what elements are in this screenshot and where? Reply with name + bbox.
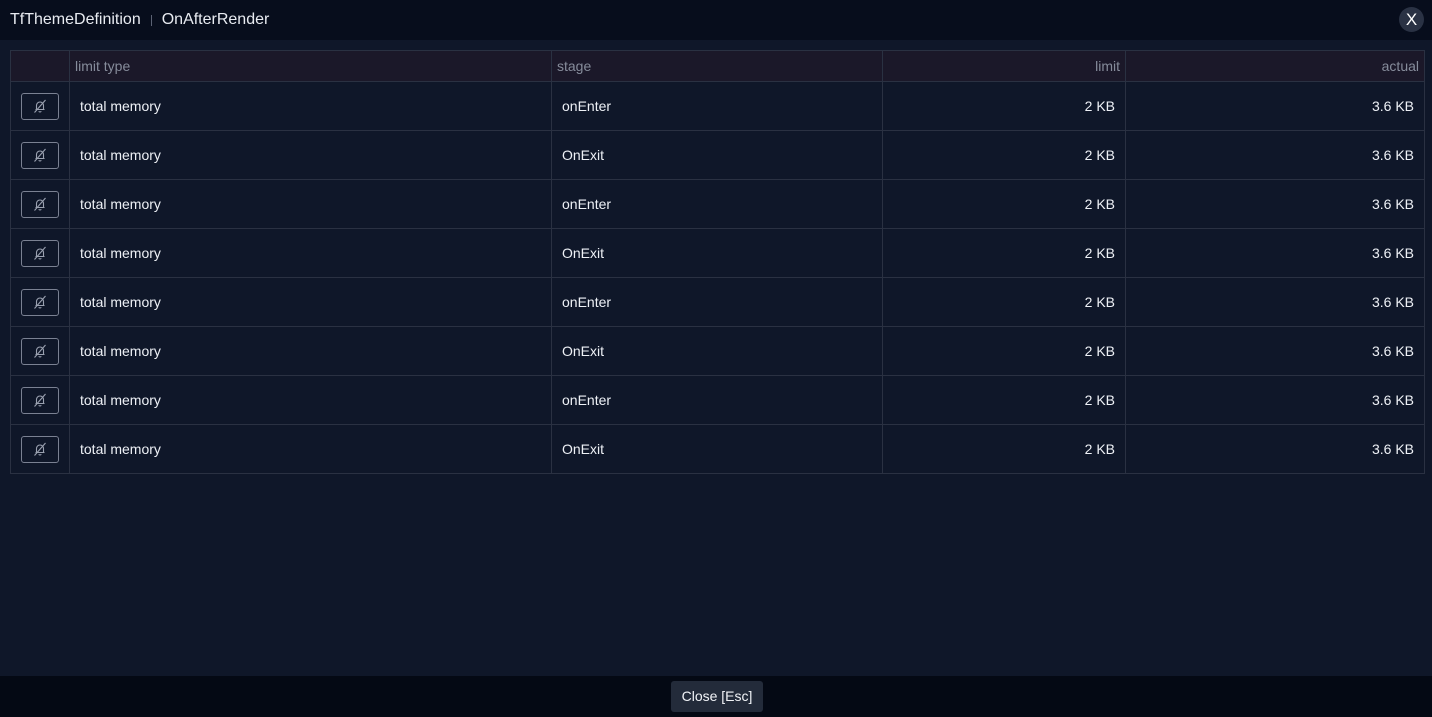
- limits-dialog: TfThemeDefinition OnAfterRender X limit …: [0, 0, 1432, 717]
- actual-cell: 3.6 KB: [1125, 375, 1425, 425]
- mute-button[interactable]: [21, 92, 59, 120]
- table-row: total memory OnExit 2 KB 3.6 KB: [10, 228, 1425, 278]
- action-cell: [10, 228, 70, 278]
- limit-type-cell: total memory: [69, 81, 552, 131]
- bell-off-icon: [34, 246, 46, 260]
- limit-type-cell: total memory: [69, 375, 552, 425]
- table-row: total memory OnExit 2 KB 3.6 KB: [10, 424, 1425, 474]
- actual-cell: 3.6 KB: [1125, 179, 1425, 229]
- dialog-footer: Close [Esc]: [0, 676, 1432, 717]
- close-button[interactable]: Close [Esc]: [671, 681, 763, 712]
- table-row: total memory OnExit 2 KB 3.6 KB: [10, 326, 1425, 376]
- stage-cell: OnExit: [551, 228, 883, 278]
- stage-cell: onEnter: [551, 375, 883, 425]
- table-row: total memory onEnter 2 KB 3.6 KB: [10, 179, 1425, 229]
- limit-cell: 2 KB: [882, 424, 1126, 474]
- bell-off-icon: [34, 393, 46, 407]
- breadcrumb-separator: [150, 14, 152, 26]
- mute-button[interactable]: [21, 337, 59, 365]
- stage-cell: OnExit: [551, 130, 883, 180]
- actual-cell: 3.6 KB: [1125, 277, 1425, 327]
- action-cell: [10, 179, 70, 229]
- mute-button[interactable]: [21, 141, 59, 169]
- mute-button[interactable]: [21, 435, 59, 463]
- mute-button[interactable]: [21, 239, 59, 267]
- limit-type-cell: total memory: [69, 326, 552, 376]
- limit-type-cell: total memory: [69, 228, 552, 278]
- mute-button[interactable]: [21, 190, 59, 218]
- action-cell: [10, 375, 70, 425]
- limit-cell: 2 KB: [882, 228, 1126, 278]
- bell-off-icon: [34, 148, 46, 162]
- table-row: total memory OnExit 2 KB 3.6 KB: [10, 130, 1425, 180]
- breadcrumb-component[interactable]: TfThemeDefinition: [10, 10, 141, 30]
- table-row: total memory onEnter 2 KB 3.6 KB: [10, 375, 1425, 425]
- breadcrumb-method[interactable]: OnAfterRender: [162, 10, 270, 30]
- stage-cell: onEnter: [551, 81, 883, 131]
- limit-type-cell: total memory: [69, 179, 552, 229]
- column-header-action: [10, 50, 70, 82]
- bell-off-icon: [34, 295, 46, 309]
- actual-cell: 3.6 KB: [1125, 130, 1425, 180]
- stage-cell: OnExit: [551, 424, 883, 474]
- actual-cell: 3.6 KB: [1125, 424, 1425, 474]
- limit-type-cell: total memory: [69, 277, 552, 327]
- stage-cell: onEnter: [551, 277, 883, 327]
- mute-button[interactable]: [21, 288, 59, 316]
- action-cell: [10, 326, 70, 376]
- column-header-limit[interactable]: limit: [882, 50, 1126, 82]
- limit-cell: 2 KB: [882, 130, 1126, 180]
- action-cell: [10, 277, 70, 327]
- table-header-row: limit type stage limit actual: [10, 50, 1425, 82]
- column-header-actual[interactable]: actual: [1125, 50, 1425, 82]
- bell-off-icon: [34, 197, 46, 211]
- action-cell: [10, 81, 70, 131]
- close-icon[interactable]: X: [1399, 7, 1424, 32]
- table-row: total memory onEnter 2 KB 3.6 KB: [10, 277, 1425, 327]
- mute-button[interactable]: [21, 386, 59, 414]
- limit-cell: 2 KB: [882, 326, 1126, 376]
- action-cell: [10, 130, 70, 180]
- table-body: total memory onEnter 2 KB 3.6 KB total m…: [10, 81, 1425, 474]
- action-cell: [10, 424, 70, 474]
- bell-off-icon: [34, 344, 46, 358]
- stage-cell: onEnter: [551, 179, 883, 229]
- actual-cell: 3.6 KB: [1125, 326, 1425, 376]
- column-header-limit-type[interactable]: limit type: [69, 50, 552, 82]
- table-row: total memory onEnter 2 KB 3.6 KB: [10, 81, 1425, 131]
- actual-cell: 3.6 KB: [1125, 228, 1425, 278]
- limit-cell: 2 KB: [882, 179, 1126, 229]
- bell-off-icon: [34, 442, 46, 456]
- limit-cell: 2 KB: [882, 375, 1126, 425]
- limit-type-cell: total memory: [69, 130, 552, 180]
- actual-cell: 3.6 KB: [1125, 81, 1425, 131]
- limit-type-cell: total memory: [69, 424, 552, 474]
- bell-off-icon: [34, 99, 46, 113]
- limit-cell: 2 KB: [882, 277, 1126, 327]
- limit-cell: 2 KB: [882, 81, 1126, 131]
- stage-cell: OnExit: [551, 326, 883, 376]
- column-header-stage[interactable]: stage: [551, 50, 883, 82]
- title-bar: TfThemeDefinition OnAfterRender X: [0, 0, 1432, 40]
- limits-table: limit type stage limit actual total memo…: [10, 50, 1425, 474]
- limits-table-container: limit type stage limit actual total memo…: [10, 50, 1425, 474]
